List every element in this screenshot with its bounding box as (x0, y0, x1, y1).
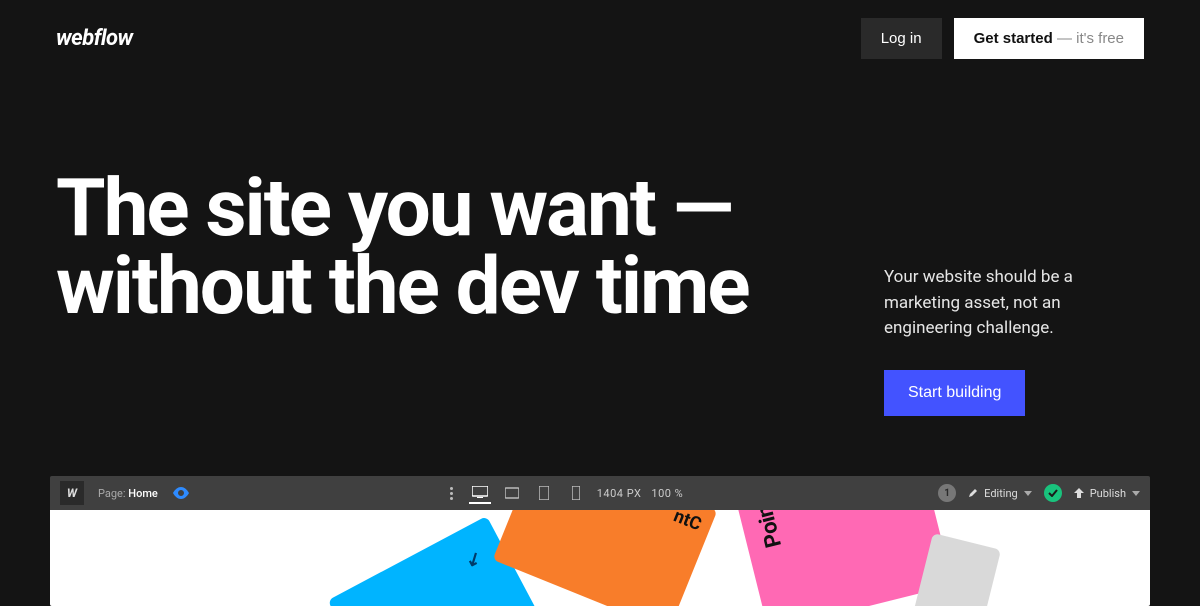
canvas-width: 1404 PX (597, 487, 642, 500)
card-text: PointC (747, 510, 787, 550)
chevron-down-icon (1024, 491, 1032, 496)
get-started-suffix: — it's free (1053, 30, 1124, 47)
tablet-landscape-icon[interactable] (501, 482, 523, 504)
desktop-icon[interactable] (469, 482, 491, 504)
arrow-icon: ↙ (462, 547, 485, 573)
webflow-app-icon[interactable]: W (60, 481, 84, 505)
publish-button[interactable]: Publish (1074, 487, 1140, 500)
page-name: Home (128, 487, 158, 500)
editor-preview: W Page: Home 1404 PX 100 % (50, 476, 1150, 606)
canvas-zoom: 100 % (651, 487, 683, 500)
hero: The site you want — without the dev time… (0, 59, 1200, 416)
right-tools: 1 Editing Publish (938, 484, 1140, 502)
breakpoint-tools: 1404 PX 100 % (445, 482, 683, 504)
publish-label: Publish (1090, 487, 1126, 500)
hero-subhead: Your website should be a marketing asset… (884, 265, 1144, 342)
card-text: ntC (671, 510, 705, 535)
more-icon[interactable] (445, 487, 459, 500)
mode-switch[interactable]: Editing (968, 487, 1032, 500)
nav-actions: Log in Get started — it's free (861, 18, 1144, 59)
chevron-down-icon (1132, 491, 1140, 496)
start-building-button[interactable]: Start building (884, 370, 1025, 416)
get-started-button[interactable]: Get started — it's free (954, 18, 1144, 59)
get-started-label: Get started (974, 30, 1053, 47)
status-ok-icon[interactable] (1044, 484, 1062, 502)
top-nav: webflow Log in Get started — it's free (0, 0, 1200, 59)
preview-eye-icon[interactable] (172, 484, 190, 502)
login-button[interactable]: Log in (861, 18, 942, 59)
logo[interactable]: webflow (56, 26, 133, 51)
mode-label: Editing (984, 487, 1018, 500)
editor-canvas: ↙ ntC PointC (50, 510, 1150, 606)
page-label: Page: (98, 487, 126, 500)
hero-headline: The site you want — without the dev time (56, 169, 824, 326)
mobile-icon[interactable] (565, 482, 587, 504)
hero-left: The site you want — without the dev time (56, 169, 824, 326)
hero-right: Your website should be a marketing asset… (884, 169, 1144, 416)
notifications-badge[interactable]: 1 (938, 484, 956, 502)
tablet-icon[interactable] (533, 482, 555, 504)
page-selector[interactable]: Page: Home (98, 487, 158, 500)
editor-toolbar: W Page: Home 1404 PX 100 % (50, 476, 1150, 510)
